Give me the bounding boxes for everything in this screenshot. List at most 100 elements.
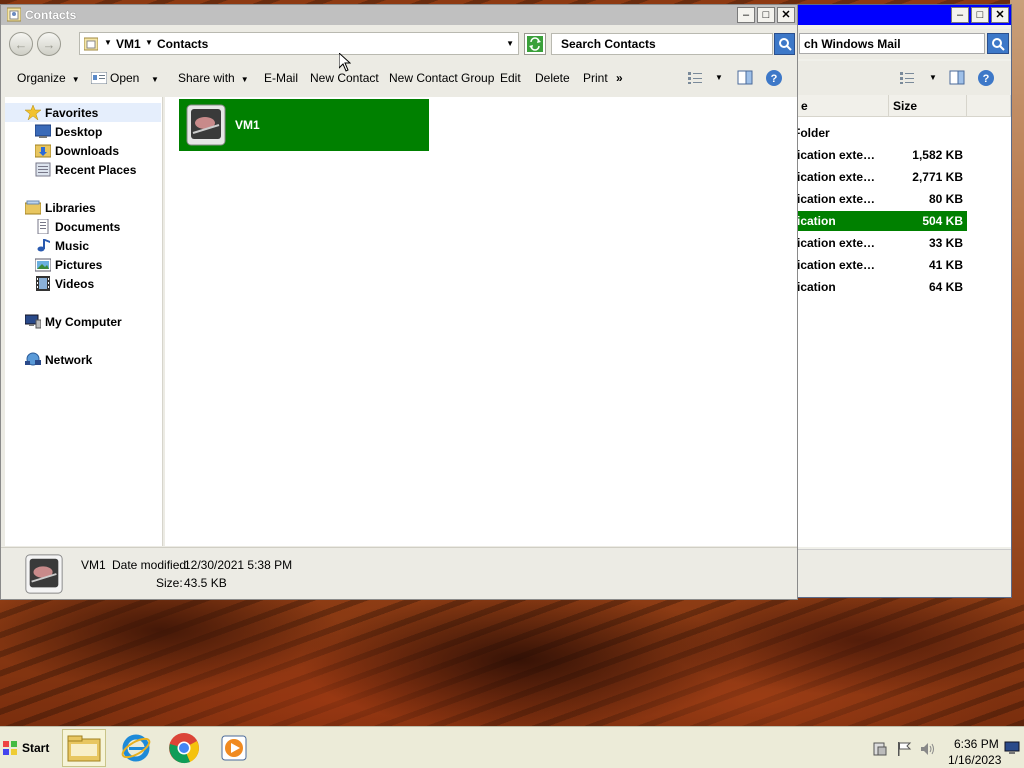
mail-row[interactable]: ication exte… 33 KB (797, 233, 967, 253)
help-icon[interactable]: ? (977, 69, 995, 87)
desktop-icon (35, 124, 51, 138)
nav-libraries[interactable]: Libraries (5, 198, 161, 217)
nav-label: Recent Places (55, 163, 137, 177)
mail-row[interactable]: Folder (793, 123, 967, 143)
nav-downloads[interactable]: Downloads (5, 141, 161, 160)
nav-label: Pictures (55, 258, 103, 272)
mail-row-name: ication exte… (797, 148, 876, 162)
address-dropdown-icon[interactable]: ▼ (506, 39, 514, 48)
preview-pane-icon[interactable] (949, 70, 965, 85)
preview-pane-icon[interactable] (737, 70, 753, 85)
refresh-button[interactable] (524, 33, 546, 55)
mail-titlebar[interactable]: – □ ✕ (797, 5, 1011, 25)
mail-row-name: ication (797, 280, 836, 294)
mail-search-button[interactable] (987, 33, 1009, 54)
clock-date[interactable]: 1/16/2023 (948, 753, 1001, 767)
more-commands-button[interactable]: » (616, 71, 623, 85)
nav-label: My Computer (45, 315, 122, 329)
nav-network[interactable]: Network (5, 350, 161, 369)
mail-minimize-button[interactable]: – (951, 7, 969, 23)
nav-music[interactable]: Music (5, 236, 161, 255)
mail-file-list: e Size Folder ication exte… 1,582 KB icat… (793, 95, 1011, 547)
mail-close-button[interactable]: ✕ (991, 7, 1009, 23)
contact-item-label: VM1 (235, 118, 260, 132)
close-button[interactable]: ✕ (777, 7, 795, 23)
mail-search-input[interactable]: ch Windows Mail (799, 33, 985, 54)
nav-label: Favorites (45, 106, 99, 120)
forward-button[interactable]: → (37, 32, 61, 56)
breadcrumb-chevron-icon[interactable]: ▼ (104, 38, 112, 47)
nav-my-computer[interactable]: My Computer (5, 312, 161, 331)
taskbar-explorer[interactable] (62, 729, 106, 767)
nav-pictures[interactable]: Pictures (5, 255, 161, 274)
svg-text:?: ? (983, 73, 990, 85)
command-toolbar: Organize ▼ Open ▼ Share with ▼ E-Mail New … (1, 61, 797, 95)
mail-row[interactable]: ication exte… 2,771 KB (797, 167, 967, 187)
mail-maximize-button[interactable]: □ (971, 7, 989, 23)
address-bar[interactable]: ▼ VM1 ▼ Contacts ▼ (79, 32, 519, 55)
taskbar-internet-explorer[interactable] (114, 729, 158, 767)
titlebar[interactable]: Contacts – □ ✕ (1, 5, 797, 25)
search-button[interactable] (774, 33, 795, 55)
new-contact-group-button[interactable]: New Contact Group (389, 71, 494, 85)
contact-card-icon (90, 71, 108, 85)
mouse-cursor-icon (339, 53, 351, 72)
clock-time[interactable]: 6:36 PM (954, 737, 999, 751)
chevron-down-icon[interactable]: ▼ (929, 73, 937, 82)
organize-button[interactable]: Organize ▼ (17, 71, 80, 85)
flag-icon[interactable] (896, 741, 912, 757)
change-view-icon[interactable] (687, 71, 703, 85)
start-button[interactable]: Start (2, 735, 50, 761)
search-input[interactable]: Search Contacts (551, 33, 773, 55)
taskbar-chrome[interactable] (162, 729, 206, 767)
back-button[interactable]: ← (9, 32, 33, 56)
share-with-button[interactable]: Share with ▼ (178, 71, 249, 85)
nav-videos[interactable]: Videos (5, 274, 161, 293)
minimize-button[interactable]: – (737, 7, 755, 23)
taskbar-media-player[interactable] (212, 729, 256, 767)
email-button[interactable]: E-Mail (264, 71, 298, 85)
nav-favorites[interactable]: Favorites (5, 103, 161, 122)
nav-recent-places[interactable]: Recent Places (5, 160, 161, 179)
pictures-icon (35, 258, 51, 272)
mail-row[interactable]: ication 64 KB (797, 277, 967, 297)
mail-row[interactable]: ication exte… 80 KB (797, 189, 967, 209)
delete-button[interactable]: Delete (535, 71, 570, 85)
mail-column-size[interactable]: Size (889, 95, 967, 117)
contacts-window[interactable]: Contacts – □ ✕ ← → ▼ VM1 ▼ Contacts ▼ Se… (0, 4, 798, 600)
view-options-icon[interactable] (899, 71, 915, 85)
windows-mail-window[interactable]: – □ ✕ ch Windows Mail ▼ ? e Size Folder … (793, 4, 1012, 598)
chevron-down-icon: ▼ (71, 75, 80, 84)
open-dropdown-icon[interactable]: ▼ (151, 71, 159, 85)
mail-row-name: ication exte… (797, 170, 876, 184)
mail-row-selected[interactable]: ication 504 KB (797, 211, 967, 231)
open-button[interactable]: Open (90, 71, 139, 85)
mail-column-name[interactable]: e (797, 95, 889, 117)
internet-explorer-icon (121, 734, 151, 762)
nav-desktop[interactable]: Desktop (5, 122, 161, 141)
system-tray: 6:36 PM 1/16/2023 (866, 731, 1022, 767)
file-explorer-icon (67, 735, 101, 762)
edit-button[interactable]: Edit (500, 71, 521, 85)
new-contact-button[interactable]: New Contact (310, 71, 379, 85)
action-center-icon[interactable] (872, 741, 888, 757)
volume-icon[interactable] (920, 741, 938, 757)
videos-icon (36, 276, 50, 291)
breadcrumb-vm1[interactable]: VM1 (116, 37, 141, 51)
breadcrumb-contacts[interactable]: Contacts (157, 37, 208, 51)
mail-row[interactable]: ication exte… 41 KB (797, 255, 967, 275)
chevron-down-icon[interactable]: ▼ (715, 73, 723, 82)
contact-item-vm1[interactable]: VM1 (179, 99, 429, 151)
network-status-icon[interactable] (1004, 741, 1020, 755)
nav-documents[interactable]: Documents (5, 217, 161, 236)
mail-column-extra[interactable] (967, 95, 1011, 117)
maximize-button[interactable]: □ (757, 7, 775, 23)
print-button[interactable]: Print (583, 71, 608, 85)
nav-label: Videos (55, 277, 95, 291)
nav-label: Documents (55, 220, 121, 234)
mail-row[interactable]: ication exte… 1,582 KB (797, 145, 967, 165)
help-icon[interactable]: ? (765, 69, 783, 87)
navigation-pane: Favorites Desktop Downloads Recent Place… (5, 97, 163, 546)
breadcrumb-chevron-icon[interactable]: ▼ (145, 38, 153, 47)
share-with-label: Share with (178, 71, 235, 85)
